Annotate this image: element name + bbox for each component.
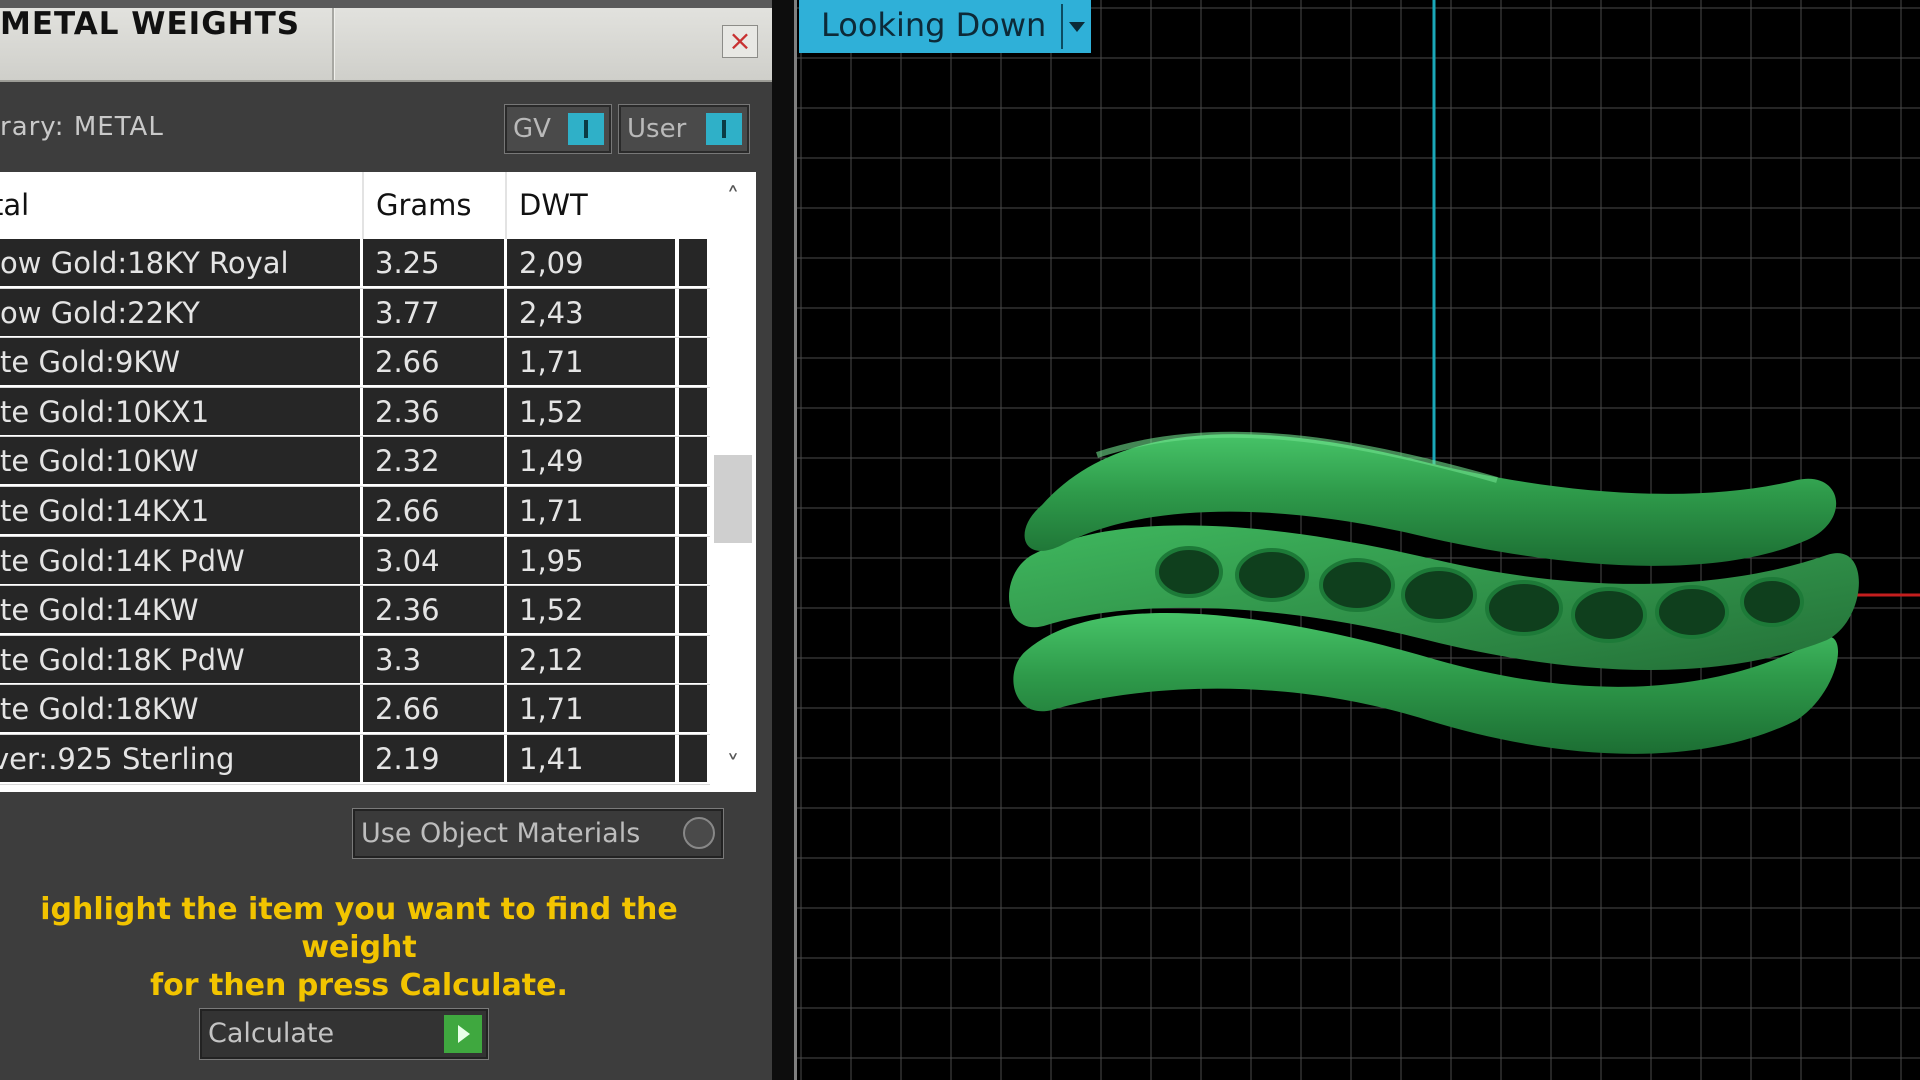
table-row[interactable]: ite Gold:14KW 2.36 1,52	[0, 586, 710, 636]
calculate-button[interactable]: Calculate	[199, 1008, 489, 1060]
extra-cell	[679, 635, 707, 683]
metal-weights-panel: METAL WEIGHTS × rary: METAL GV User tal …	[0, 0, 772, 1080]
metal-name-cell: ite Gold:10KW	[0, 437, 360, 485]
grams-cell: 2.36	[363, 387, 504, 435]
panel-titlebar: METAL WEIGHTS ×	[0, 0, 772, 82]
ring-model[interactable]	[1009, 431, 1859, 754]
play-icon	[444, 1015, 482, 1053]
table-row[interactable]: ite Gold:14K PdW 3.04 1,95	[0, 536, 710, 587]
panel-title: METAL WEIGHTS	[0, 6, 301, 42]
use-object-materials-label: Use Object Materials	[361, 818, 641, 849]
extra-cell	[679, 338, 707, 386]
grams-cell: 3.25	[363, 239, 504, 286]
extra-cell	[679, 734, 707, 782]
instructions-line-1: ighlight the item you want to find the w…	[40, 892, 678, 965]
library-label: rary: METAL	[0, 112, 164, 142]
viewport-canvas[interactable]	[797, 0, 1920, 1080]
metal-name-cell: low Gold:22KY	[0, 288, 360, 336]
grams-cell: 2.66	[363, 486, 504, 534]
extra-cell	[679, 586, 707, 634]
table-row[interactable]: ite Gold:18KW 2.66 1,71	[0, 685, 710, 735]
extra-cell	[679, 387, 707, 435]
extra-cell	[679, 239, 707, 286]
view-dropdown-label: Looking Down	[821, 6, 1047, 44]
dwt-cell: 2,12	[507, 635, 675, 683]
metal-name-cell: ite Gold:18KW	[0, 685, 360, 733]
dwt-cell: 1,71	[507, 685, 675, 733]
table-body: low Gold:18KY Royal 3.25 2,09 low Gold:22KY…	[0, 239, 710, 785]
table-row[interactable]: ite Gold:18K PdW 3.3 2,12	[0, 635, 710, 686]
table-header: tal Grams DWT	[0, 172, 710, 239]
dwt-cell: 1,71	[507, 486, 675, 534]
extra-cell	[679, 536, 707, 584]
use-object-materials-toggle[interactable]: Use Object Materials	[352, 808, 724, 859]
grams-cell: 3.04	[363, 536, 504, 584]
extra-cell	[679, 685, 707, 733]
extra-cell	[679, 486, 707, 534]
view-dropdown[interactable]: Looking Down	[799, 0, 1091, 53]
metal-name-cell: ite Gold:14KW	[0, 586, 360, 634]
grams-cell: 2.36	[363, 586, 504, 634]
grams-cell: 2.19	[363, 734, 504, 782]
table-row[interactable]: ite Gold:14KX1 2.66 1,71	[0, 486, 710, 537]
toggle-switch-icon	[568, 113, 604, 145]
3d-viewport[interactable]: Looking Down	[797, 0, 1920, 1080]
panel-splitter[interactable]	[772, 0, 796, 1080]
dwt-cell: 1,41	[507, 734, 675, 782]
metal-name-cell: ite Gold:10KX1	[0, 387, 360, 435]
table-row[interactable]: ite Gold:9KW 2.66 1,71	[0, 338, 710, 388]
grams-cell: 2.66	[363, 338, 504, 386]
table-row[interactable]: ite Gold:10KW 2.32 1,49	[0, 437, 710, 487]
gv-toggle[interactable]: GV	[504, 104, 612, 154]
column-header-dwt[interactable]: DWT	[505, 172, 677, 239]
metal-name-cell: ite Gold:18K PdW	[0, 635, 360, 683]
calculate-label: Calculate	[208, 1018, 335, 1049]
metal-name-cell: ite Gold:14KX1	[0, 486, 360, 534]
metal-name-cell: low Gold:18KY Royal	[0, 239, 360, 286]
column-header-grams[interactable]: Grams	[362, 172, 505, 239]
scrollbar-thumb[interactable]	[714, 455, 752, 543]
toggle-switch-icon	[706, 113, 742, 145]
close-icon[interactable]: ×	[722, 25, 758, 58]
metal-name-cell: ite Gold:14K PdW	[0, 536, 360, 584]
scroll-down-icon[interactable]: ˅	[710, 748, 756, 784]
titlebar-divider	[332, 8, 335, 80]
radio-icon	[683, 817, 715, 849]
gv-toggle-label: GV	[513, 114, 551, 144]
table-scrollbar[interactable]: ˄ ˅	[710, 172, 756, 792]
dwt-cell: 1,95	[507, 536, 675, 584]
dwt-cell: 1,71	[507, 338, 675, 386]
grams-cell: 2.32	[363, 437, 504, 485]
grams-cell: 2.66	[363, 685, 504, 733]
grams-cell: 3.3	[363, 635, 504, 683]
dwt-cell: 1,52	[507, 586, 675, 634]
table-row[interactable]: ite Gold:10KX1 2.36 1,52	[0, 387, 710, 438]
instructions-line-2: for then press Calculate.	[150, 968, 568, 1003]
extra-cell	[679, 288, 707, 336]
scroll-up-icon[interactable]: ˄	[710, 180, 756, 216]
extra-cell	[679, 437, 707, 485]
table-row[interactable]: low Gold:22KY 3.77 2,43	[0, 288, 710, 339]
metal-name-cell: ver:.925 Sterling	[0, 734, 360, 782]
column-header-metal[interactable]: tal	[0, 172, 360, 239]
chevron-down-icon[interactable]	[1061, 4, 1091, 49]
dwt-cell: 2,43	[507, 288, 675, 336]
table-row[interactable]: ver:.925 Sterling 2.19 1,41	[0, 734, 710, 785]
dwt-cell: 1,52	[507, 387, 675, 435]
dwt-cell: 1,49	[507, 437, 675, 485]
user-toggle-label: User	[627, 114, 687, 144]
metal-table: tal Grams DWT low Gold:18KY Royal3.252,0…	[0, 172, 756, 792]
dwt-cell: 2,09	[507, 239, 675, 286]
metal-name-cell: ite Gold:9KW	[0, 338, 360, 386]
table-row[interactable]: low Gold:18KY Royal 3.25 2,09	[0, 239, 710, 289]
grams-cell: 3.77	[363, 288, 504, 336]
user-toggle[interactable]: User	[618, 104, 750, 154]
instructions-text: ighlight the item you want to find the w…	[0, 891, 740, 1005]
